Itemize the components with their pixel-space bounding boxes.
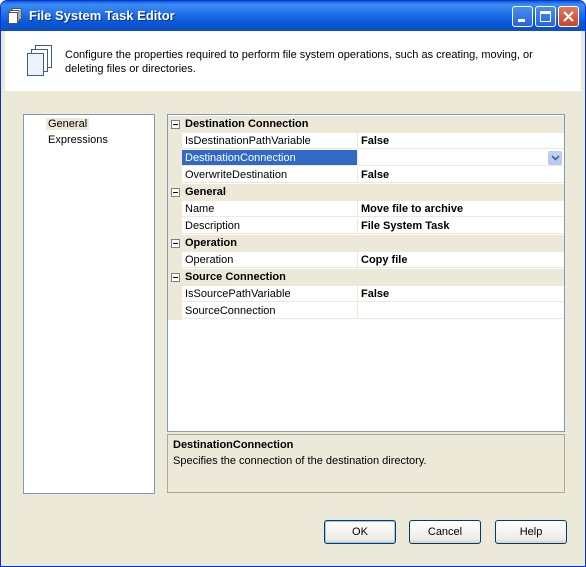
property-name: DestinationConnection — [182, 150, 358, 166]
property-value[interactable]: False — [358, 133, 564, 149]
collapse-icon[interactable] — [171, 120, 180, 129]
property-row[interactable]: IsDestinationPathVariable False — [168, 133, 564, 150]
property-row[interactable]: Name Move file to archive — [168, 201, 564, 218]
collapse-icon[interactable] — [171, 273, 180, 282]
help-button[interactable]: Help — [495, 520, 567, 544]
minimize-button[interactable] — [512, 6, 533, 27]
collapse-icon[interactable] — [171, 188, 180, 197]
maximize-button[interactable] — [535, 6, 556, 27]
category-destination-connection[interactable]: Destination Connection — [168, 116, 564, 133]
property-value[interactable]: False — [358, 286, 564, 302]
property-row[interactable]: Description File System Task — [168, 218, 564, 235]
nav-item-expressions[interactable]: Expressions — [46, 134, 110, 146]
property-name: Operation — [182, 252, 358, 268]
property-name: SourceConnection — [182, 303, 358, 319]
page-list: General Expressions — [23, 114, 155, 494]
property-value[interactable]: Copy file — [358, 252, 564, 268]
property-row[interactable]: IsSourcePathVariable False — [168, 286, 564, 303]
category-general[interactable]: General — [168, 184, 564, 201]
cancel-button[interactable]: Cancel — [409, 520, 481, 544]
close-button[interactable] — [558, 6, 579, 27]
property-name: IsDestinationPathVariable — [182, 133, 358, 149]
description-text: Specifies the connection of the destinat… — [173, 455, 427, 467]
destination-connection-dropdown[interactable] — [358, 150, 564, 166]
document-stack-icon — [27, 45, 52, 76]
document-stack-icon — [8, 8, 22, 24]
description-title: DestinationConnection — [173, 439, 294, 451]
dialog-window: File System Task Editor Configure the pr… — [0, 0, 586, 567]
property-row[interactable]: OverwriteDestination False — [168, 167, 564, 184]
category-operation[interactable]: Operation — [168, 235, 564, 252]
close-icon — [563, 11, 574, 22]
property-value[interactable]: False — [358, 167, 564, 183]
property-row-selected[interactable]: DestinationConnection — [168, 150, 564, 167]
window-title: File System Task Editor — [29, 8, 175, 23]
property-name: OverwriteDestination — [182, 167, 358, 183]
title-bar[interactable]: File System Task Editor — [1, 1, 585, 31]
property-row[interactable]: Operation Copy file — [168, 252, 564, 269]
header-banner: Configure the properties required to per… — [5, 31, 581, 91]
property-description-panel: DestinationConnection Specifies the conn… — [167, 434, 565, 493]
property-name: Name — [182, 201, 358, 217]
minimize-icon — [518, 19, 525, 22]
property-value[interactable] — [358, 303, 564, 319]
maximize-icon — [540, 11, 551, 22]
dropdown-button[interactable] — [548, 151, 562, 165]
property-value[interactable]: Move file to archive — [358, 201, 564, 217]
ok-button[interactable]: OK — [324, 520, 396, 544]
chevron-down-icon — [551, 155, 560, 161]
collapse-icon[interactable] — [171, 239, 180, 248]
property-name: Description — [182, 218, 358, 234]
property-value[interactable]: File System Task — [358, 218, 564, 234]
property-name: IsSourcePathVariable — [182, 286, 358, 302]
property-grid: Destination Connection IsDestinationPath… — [167, 114, 565, 432]
property-row[interactable]: SourceConnection — [168, 303, 564, 320]
header-description: Configure the properties required to per… — [65, 49, 533, 75]
nav-item-general[interactable]: General — [46, 118, 90, 130]
category-source-connection[interactable]: Source Connection — [168, 269, 564, 286]
